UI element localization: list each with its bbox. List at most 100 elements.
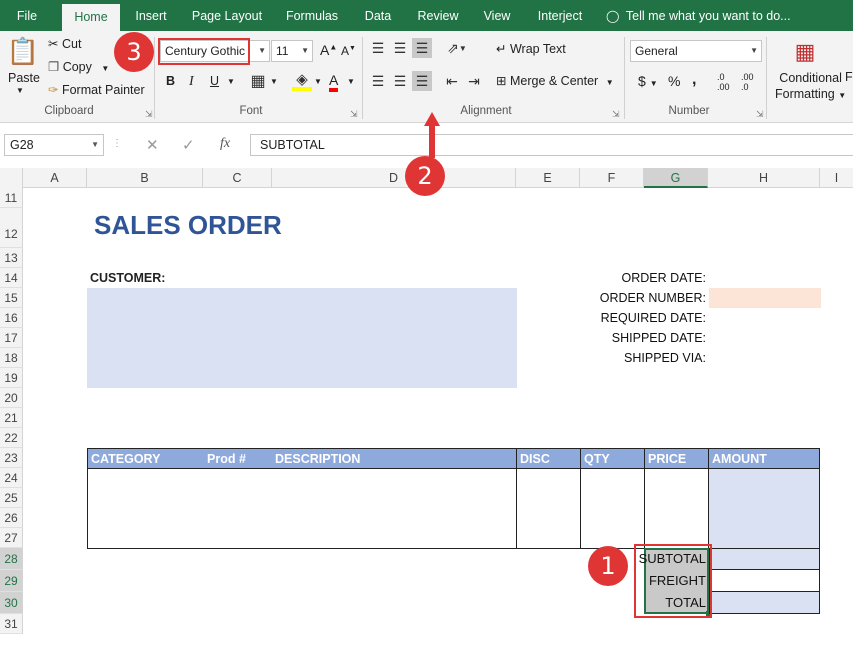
tab-view[interactable]: View xyxy=(476,0,518,31)
underline-button[interactable]: U xyxy=(210,74,219,88)
column-header-h[interactable]: H xyxy=(708,168,820,188)
font-launcher-icon[interactable]: ⇲ xyxy=(350,109,358,120)
increase-indent-icon[interactable]: ⇥ xyxy=(464,71,484,91)
customer-address-block[interactable] xyxy=(87,288,517,388)
row-header-14[interactable]: 14 xyxy=(0,268,23,288)
middle-align-icon[interactable]: ☰ xyxy=(390,38,410,58)
chevron-down-icon[interactable]: ▼ xyxy=(258,41,266,61)
row-header-25[interactable]: 25 xyxy=(0,488,23,508)
cancel-icon[interactable]: ✕ xyxy=(146,136,159,154)
column-header-c[interactable]: C xyxy=(203,168,272,188)
paste-icon[interactable]: 📋 xyxy=(6,34,40,68)
row-header-15[interactable]: 15 xyxy=(0,288,23,308)
row-header-21[interactable]: 21 xyxy=(0,408,23,428)
number-launcher-icon[interactable]: ⇲ xyxy=(756,109,764,120)
borders-icon[interactable]: ▦ xyxy=(248,71,268,91)
bold-button[interactable]: B xyxy=(166,74,175,88)
formula-input[interactable]: SUBTOTAL xyxy=(250,134,853,156)
row-header-13[interactable]: 13 xyxy=(0,248,23,268)
borders-dropdown-icon[interactable]: ▼ xyxy=(270,77,278,86)
comma-button[interactable]: , xyxy=(692,71,696,89)
chevron-down-icon[interactable]: ▼ xyxy=(91,135,99,155)
bottom-align-icon[interactable]: ☰ xyxy=(412,38,432,58)
row-header-27[interactable]: 27 xyxy=(0,528,23,548)
row-header-24[interactable]: 24 xyxy=(0,468,23,488)
paste-dropdown-icon[interactable]: ▼ xyxy=(16,86,24,95)
align-right-icon[interactable]: ☰ xyxy=(412,71,432,91)
merge-center-button[interactable]: ⊞ Merge & Center ▼ xyxy=(496,73,614,88)
row-header-31[interactable]: 31 xyxy=(0,614,23,634)
row-header-18[interactable]: 18 xyxy=(0,348,23,368)
tab-home[interactable]: Home xyxy=(62,4,120,31)
row-header-26[interactable]: 26 xyxy=(0,508,23,528)
row-header-29[interactable]: 29 xyxy=(0,570,23,592)
top-align-icon[interactable]: ☰ xyxy=(368,38,388,58)
clipboard-launcher-icon[interactable]: ⇲ xyxy=(145,109,153,120)
freight-value-cell[interactable] xyxy=(709,570,820,592)
copy-button[interactable]: ❐ Copy ▼ xyxy=(48,59,109,74)
row-header-23[interactable]: 23 xyxy=(0,448,23,468)
tab-file[interactable]: File xyxy=(6,0,48,31)
chevron-down-icon[interactable]: ▼ xyxy=(301,41,309,61)
row-header-17[interactable]: 17 xyxy=(0,328,23,348)
row-header-20[interactable]: 20 xyxy=(0,388,23,408)
shrink-font-button[interactable]: A▼ xyxy=(341,44,356,58)
cut-button[interactable]: ✂ Cut xyxy=(48,36,81,51)
fill-color-icon[interactable]: ◈ xyxy=(292,71,312,91)
decrease-decimal-button[interactable]: .00.0 xyxy=(741,72,754,92)
tab-formulas[interactable]: Formulas xyxy=(278,0,346,31)
column-header-g[interactable]: G xyxy=(644,168,708,188)
row-header-22[interactable]: 22 xyxy=(0,428,23,448)
enter-icon[interactable]: ✓ xyxy=(182,136,195,154)
format-painter-button[interactable]: ✑ Format Painter xyxy=(48,82,145,97)
font-color-button[interactable]: A xyxy=(329,72,339,92)
column-header-b[interactable]: B xyxy=(87,168,203,188)
row-header-16[interactable]: 16 xyxy=(0,308,23,328)
order-number-cell[interactable] xyxy=(709,288,821,308)
total-value-cell[interactable] xyxy=(709,592,820,614)
tab-interject[interactable]: Interject xyxy=(528,0,592,31)
row-header-28[interactable]: 28 xyxy=(0,548,23,570)
ribbon-tab-bar: File Home Insert Page Layout Formulas Da… xyxy=(0,0,853,31)
row-header-19[interactable]: 19 xyxy=(0,368,23,388)
grow-font-button[interactable]: A▲ xyxy=(320,42,337,58)
row-header-30[interactable]: 30 xyxy=(0,592,23,614)
percent-button[interactable]: % xyxy=(668,73,680,89)
align-left-icon[interactable]: ☰ xyxy=(368,71,388,91)
conditional-formatting-button[interactable]: Conditional Formatting ▼ xyxy=(775,70,846,104)
name-box[interactable]: G28 ▼ xyxy=(4,134,104,156)
column-header-f[interactable]: F xyxy=(580,168,644,188)
wrap-text-button[interactable]: ↵ Wrap Text xyxy=(496,41,566,56)
conditional-formatting-icon[interactable]: ▦ xyxy=(790,37,820,67)
paste-button[interactable]: Paste xyxy=(8,71,40,85)
tab-page-layout[interactable]: Page Layout xyxy=(186,0,268,31)
font-size-combo[interactable]: 11 ▼ xyxy=(271,40,313,62)
arrow-shaft xyxy=(429,124,435,158)
format-as-table-button-partial[interactable]: Fo xyxy=(845,70,853,84)
column-header-d[interactable]: D xyxy=(272,168,516,188)
decrease-indent-icon[interactable]: ⇤ xyxy=(442,71,462,91)
tell-me-box[interactable]: ◯ Tell me what you want to do... xyxy=(606,0,796,31)
row-header-12[interactable]: 12 xyxy=(0,208,23,248)
underline-dropdown-icon[interactable]: ▼ xyxy=(227,77,235,86)
increase-decimal-button[interactable]: .0.00 xyxy=(717,72,730,92)
insert-function-icon[interactable]: fx xyxy=(220,136,230,152)
tab-data[interactable]: Data xyxy=(356,0,400,31)
column-header-i[interactable]: I xyxy=(820,168,853,188)
number-format-combo[interactable]: General ▼ xyxy=(630,40,762,62)
chevron-down-icon[interactable]: ▼ xyxy=(750,41,758,61)
italic-button[interactable]: I xyxy=(189,74,194,90)
subtotal-value-cell[interactable] xyxy=(709,548,820,570)
column-header-a[interactable]: A xyxy=(23,168,87,188)
tab-review[interactable]: Review xyxy=(410,0,466,31)
row-header-11[interactable]: 11 xyxy=(0,188,23,208)
alignment-launcher-icon[interactable]: ⇲ xyxy=(612,109,620,120)
select-all-corner[interactable] xyxy=(0,168,23,188)
tab-insert[interactable]: Insert xyxy=(128,0,174,31)
align-center-icon[interactable]: ☰ xyxy=(390,71,410,91)
orientation-icon[interactable]: ⇗ ▼ xyxy=(444,38,470,58)
column-header-e[interactable]: E xyxy=(516,168,580,188)
font-color-dropdown-icon[interactable]: ▼ xyxy=(347,77,355,86)
fill-color-dropdown-icon[interactable]: ▼ xyxy=(314,77,322,86)
currency-button[interactable]: $ ▼ xyxy=(638,73,658,89)
